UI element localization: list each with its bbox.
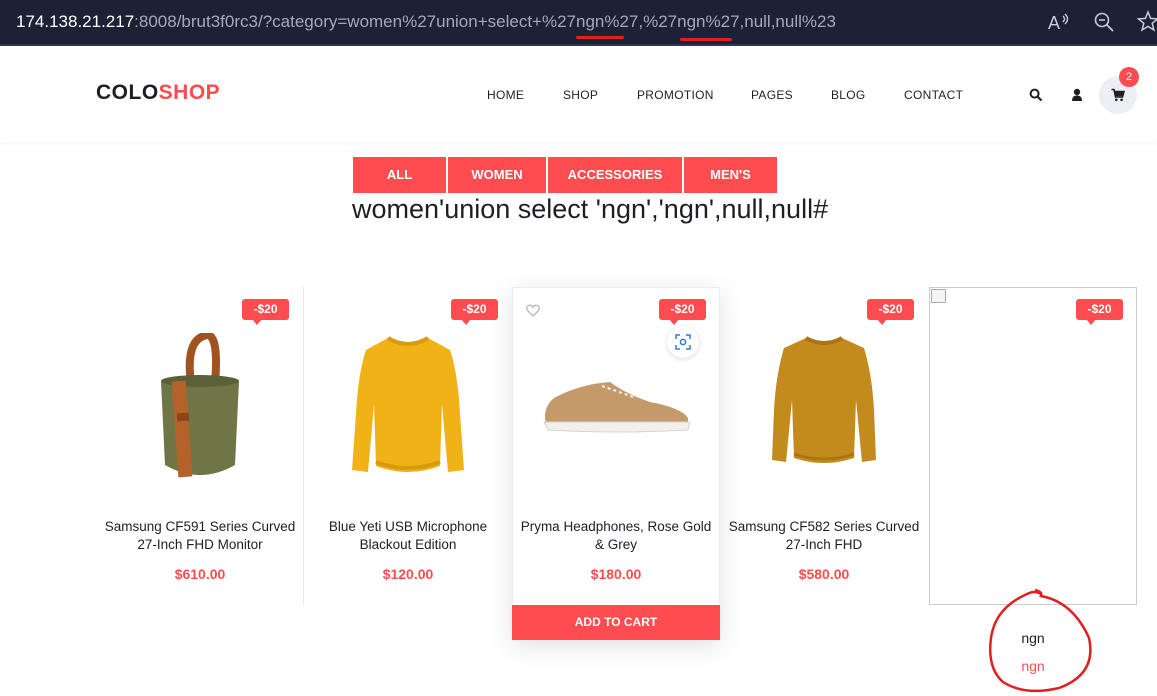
product-image-sweater-yellow[interactable]: [350, 334, 466, 480]
svg-text:A: A: [1048, 13, 1060, 33]
product-price: $580.00: [798, 566, 850, 582]
product-name[interactable]: Samsung CF582 Series Curved 27-Inch FHD: [724, 518, 924, 554]
product-card-injected[interactable]: [929, 287, 1137, 605]
product-price: $180.00: [590, 566, 642, 582]
tab-women[interactable]: WOMEN: [448, 157, 546, 193]
address-bar[interactable]: 174.138.21.217:8008/brut3f0rc3/?category…: [0, 0, 1157, 46]
url-text[interactable]: 174.138.21.217:8008/brut3f0rc3/?category…: [16, 12, 836, 32]
broken-image-icon: [931, 289, 946, 303]
zoom-icon[interactable]: [1092, 10, 1116, 34]
read-aloud-icon[interactable]: A: [1046, 10, 1070, 34]
nav-home[interactable]: HOME: [487, 88, 524, 102]
url-path: :8008/brut3f0rc3/?category=women%27union…: [134, 12, 836, 31]
quick-view-button[interactable]: [667, 326, 699, 358]
product-name[interactable]: Blue Yeti USB Microphone Blackout Editio…: [308, 518, 508, 554]
product-image-sneaker[interactable]: [540, 378, 692, 434]
product-price: $120.00: [382, 566, 434, 582]
tab-all[interactable]: ALL: [353, 157, 446, 193]
annotation-underline: [576, 36, 624, 39]
discount-badge: -$20: [867, 299, 914, 325]
search-icon[interactable]: [1029, 88, 1043, 102]
discount-badge: -$20: [659, 299, 706, 325]
tab-mens[interactable]: MEN'S: [684, 157, 777, 193]
nav-promotion[interactable]: PROMOTION: [637, 88, 714, 102]
user-icon[interactable]: [1071, 88, 1083, 102]
add-to-cart-button[interactable]: ADD TO CART: [512, 605, 720, 640]
nav-contact[interactable]: CONTACT: [904, 88, 963, 102]
discount-badge: -$20: [242, 299, 289, 325]
product-image-sweater-mustard[interactable]: [770, 334, 878, 470]
favorite-add-icon[interactable]: [1136, 10, 1157, 34]
url-host: 174.138.21.217: [16, 12, 135, 31]
product-name[interactable]: Samsung CF591 Series Curved 27-Inch FHD …: [100, 518, 300, 554]
heart-icon[interactable]: [526, 304, 540, 317]
product-price: $610.00: [174, 566, 226, 582]
category-heading: women'union select 'ngn','ngn',null,null…: [352, 194, 829, 224]
quick-view-icon: [675, 334, 691, 350]
nav-pages[interactable]: PAGES: [751, 88, 793, 102]
nav-shop[interactable]: SHOP: [563, 88, 598, 102]
cart-icon: [1111, 88, 1125, 102]
tab-accessories[interactable]: ACCESSORIES: [548, 157, 682, 193]
nav-blog[interactable]: BLOG: [831, 88, 866, 102]
product-name[interactable]: Pryma Headphones, Rose Gold & Grey: [516, 518, 716, 554]
logo-part-1: COLO: [96, 81, 159, 104]
annotation-underline: [680, 38, 732, 41]
discount-badge: -$20: [451, 299, 498, 325]
product-image-bag[interactable]: [155, 333, 245, 485]
logo[interactable]: COLOSHOP: [96, 81, 220, 105]
discount-badge: -$20: [1076, 299, 1123, 325]
logo-part-2: SHOP: [158, 81, 221, 104]
annotation-circle: [989, 588, 1092, 693]
cart-count-badge: 2: [1119, 67, 1139, 87]
site-header: COLOSHOP HOME SHOP PROMOTION PAGES BLOG …: [0, 48, 1157, 142]
